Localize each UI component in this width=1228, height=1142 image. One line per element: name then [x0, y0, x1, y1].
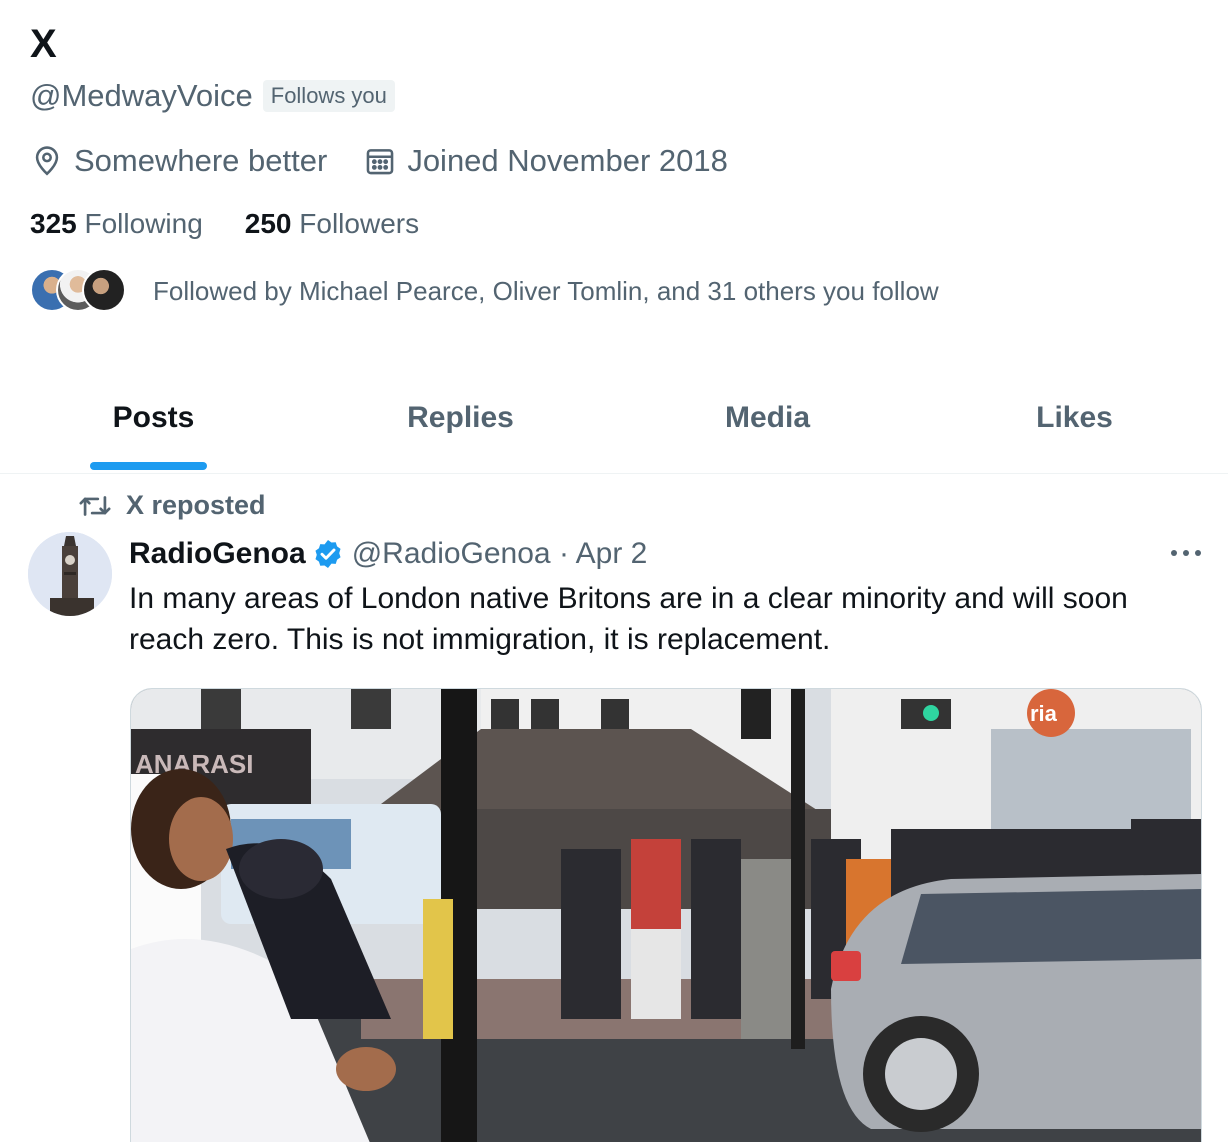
tab-replies[interactable]: Replies: [307, 378, 614, 458]
repost-label: X reposted: [126, 490, 266, 520]
profile-display-name: X: [30, 22, 57, 66]
handle-row: @MedwayVoice Follows you: [30, 76, 1200, 116]
tab-posts[interactable]: Posts: [0, 378, 307, 458]
following-label: Following: [84, 208, 203, 239]
repost-context: X reposted: [78, 490, 266, 521]
follows-you-badge: Follows you: [262, 80, 395, 112]
follow-counts: 325 Following 250 Followers: [30, 205, 1200, 243]
repost-icon: [79, 495, 111, 516]
location-text: Somewhere better: [74, 143, 328, 178]
following-link[interactable]: 325 Following: [30, 208, 203, 240]
post-media-image[interactable]: ANARASI ria: [130, 688, 1202, 1142]
more-options-icon: [1171, 550, 1201, 556]
ria-logo-text: ria: [1030, 701, 1058, 726]
tab-likes[interactable]: Likes: [921, 378, 1228, 458]
post-header: RadioGenoa @RadioGenoa · Apr 2: [129, 534, 647, 574]
calendar-icon: [366, 149, 394, 175]
author-avatar[interactable]: [28, 532, 112, 616]
followed-by-row[interactable]: Followed by Michael Pearce, Oliver Tomli…: [30, 267, 1200, 315]
post-text: In many areas of London native Britons a…: [129, 582, 1128, 656]
following-count: 325: [30, 208, 77, 239]
followers-link[interactable]: 250 Followers: [245, 208, 419, 240]
author-name[interactable]: RadioGenoa: [129, 537, 306, 571]
street-scene-image: ANARASI ria: [131, 689, 1201, 1142]
profile-tabs: Posts Replies Media Likes: [0, 378, 1228, 474]
verified-badge-icon: [315, 540, 341, 568]
mutual-followers-avatars: [30, 268, 130, 314]
location-item: Somewhere better: [30, 143, 327, 179]
location-pin-icon: [35, 146, 59, 176]
clock-tower-icon: [28, 532, 112, 616]
profile-meta: Somewhere better Joined November 2018: [30, 141, 1200, 181]
joined-text: Joined November 2018: [407, 143, 728, 178]
joined-item: Joined November 2018: [363, 143, 728, 179]
tab-media[interactable]: Media: [614, 378, 921, 458]
followed-by-text: Followed by Michael Pearce, Oliver Tomli…: [153, 275, 939, 306]
followers-count: 250: [244, 208, 292, 239]
post[interactable]: X reposted RadioGenoa @RadioGenoa · Apr …: [0, 474, 1228, 1142]
more-options-button[interactable]: [1166, 538, 1206, 568]
profile-header: X @MedwayVoice Follows you Somewhere bet…: [30, 22, 1200, 315]
author-handle-date[interactable]: @RadioGenoa · Apr 2: [352, 537, 648, 571]
profile-handle: @MedwayVoice: [30, 78, 253, 113]
avatar: [82, 268, 126, 312]
followers-label: Followers: [299, 208, 420, 239]
active-tab-indicator: [90, 462, 207, 470]
